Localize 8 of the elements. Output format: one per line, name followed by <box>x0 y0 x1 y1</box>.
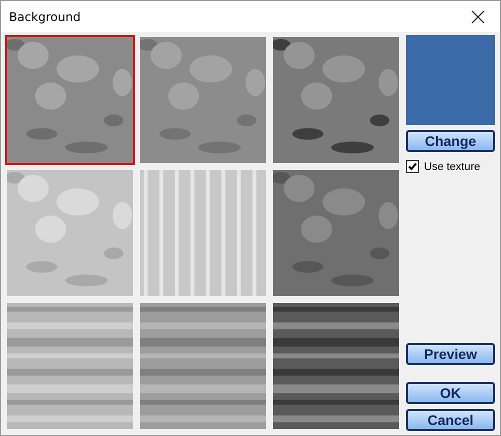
window-title: Background <box>9 10 81 24</box>
dialog-button[interactable]: Cancel <box>406 409 495 431</box>
dialog-button[interactable]: OK <box>406 382 495 404</box>
use-texture-checkbox[interactable] <box>406 160 419 173</box>
close-icon <box>471 10 485 24</box>
change-button[interactable]: Change <box>406 130 495 152</box>
checkbox-label: Use texture <box>424 160 480 172</box>
dialog-button[interactable]: Preview <box>406 343 495 365</box>
